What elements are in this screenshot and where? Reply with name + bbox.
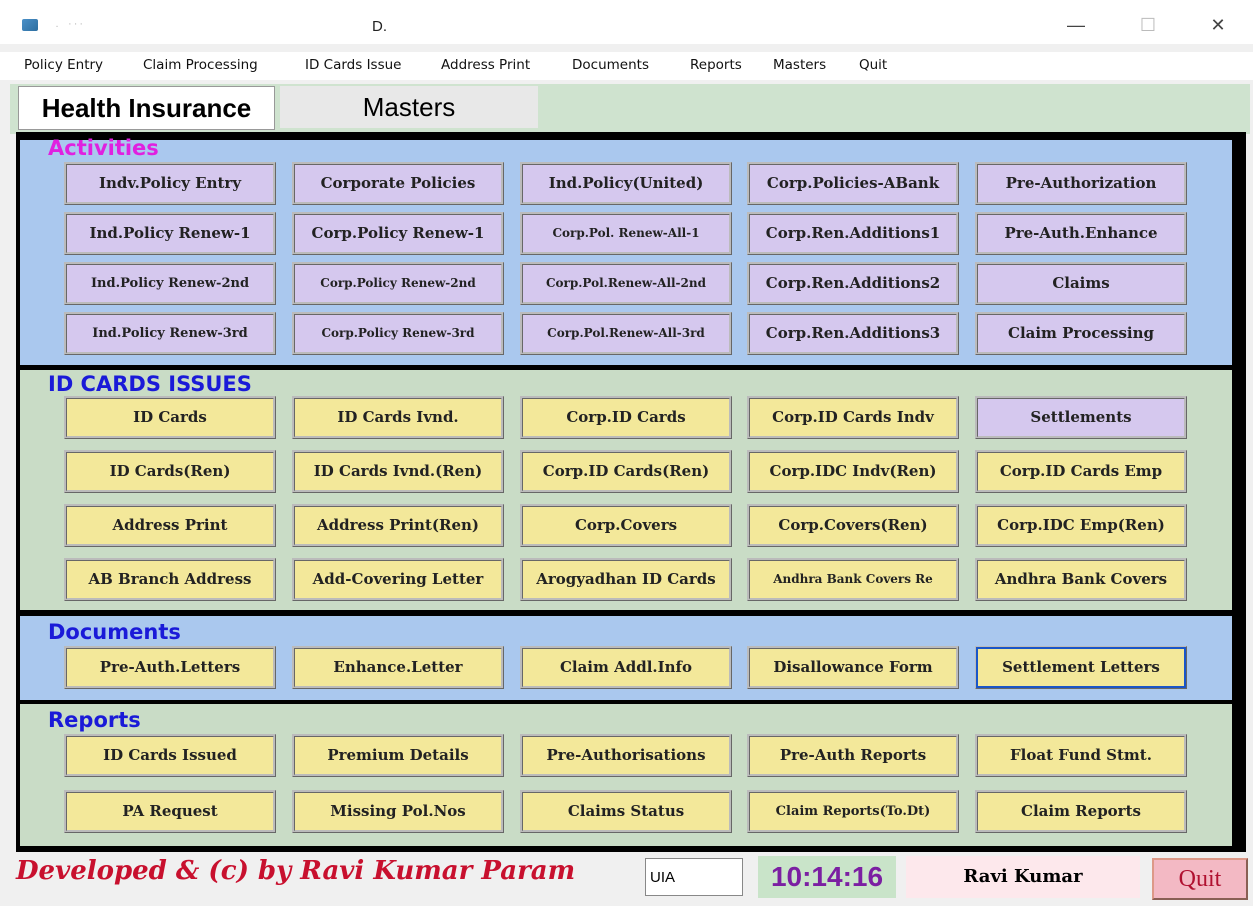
id-cards-button-corp-id-cards[interactable]: Corp.ID Cards bbox=[520, 396, 732, 439]
activities-button-corp-ren-additions2[interactable]: Corp.Ren.Additions2 bbox=[747, 262, 959, 305]
id-cards-button-address-print[interactable]: Address Print bbox=[64, 504, 276, 547]
id-cards-button-arogyadhan-id-cards[interactable]: Arogyadhan ID Cards bbox=[520, 558, 732, 601]
activities-button-ind-policy-renew-3rd[interactable]: Ind.Policy Renew-3rd bbox=[64, 312, 276, 355]
reports-button-pre-authorisations[interactable]: Pre-Authorisations bbox=[520, 734, 732, 777]
id-cards-button-settlements[interactable]: Settlements bbox=[975, 396, 1187, 439]
id-cards-button-ab-branch-address[interactable]: AB Branch Address bbox=[64, 558, 276, 601]
menu-masters[interactable]: Masters bbox=[773, 57, 826, 73]
documents-button-settlement-letters[interactable]: Settlement Letters bbox=[975, 646, 1187, 689]
reports-button-claims-status[interactable]: Claims Status bbox=[520, 790, 732, 833]
title-bar: . ··· D. — ☐ ✕ bbox=[0, 0, 1253, 44]
clock-display: 10:14:16 bbox=[758, 856, 896, 898]
user-name: Ravi Kumar bbox=[906, 856, 1140, 898]
menu-documents[interactable]: Documents bbox=[572, 57, 649, 73]
id-cards-button-id-cards-ivnd[interactable]: ID Cards Ivnd. bbox=[292, 396, 504, 439]
activities-button-corp-policy-renew-3rd[interactable]: Corp.Policy Renew-3rd bbox=[292, 312, 504, 355]
minimize-icon[interactable]: — bbox=[1056, 12, 1096, 38]
id-cards-button-corp-idc-emp-ren[interactable]: Corp.IDC Emp(Ren) bbox=[975, 504, 1187, 547]
documents-button-claim-addl-info[interactable]: Claim Addl.Info bbox=[520, 646, 732, 689]
activities-button-corporate-policies[interactable]: Corporate Policies bbox=[292, 162, 504, 205]
id-cards-button-andhra-bank-covers-re[interactable]: Andhra Bank Covers Re bbox=[747, 558, 959, 601]
id-cards-button-add-covering-letter[interactable]: Add-Covering Letter bbox=[292, 558, 504, 601]
id-cards-button-id-cards-ivnd-ren[interactable]: ID Cards Ivnd.(Ren) bbox=[292, 450, 504, 493]
documents-section: Documents Pre-Auth.Letters Enhance.Letter… bbox=[20, 616, 1232, 700]
reports-section: Reports ID Cards Issued Premium Details Pr… bbox=[20, 704, 1232, 846]
document-title: D. bbox=[372, 18, 387, 35]
activities-button-corp-policy-renew-1[interactable]: Corp.Policy Renew-1 bbox=[292, 212, 504, 255]
activities-section: Activities Indv.Policy Entry Corporate Po… bbox=[20, 136, 1232, 365]
activities-button-corp-pol-renew-all-3rd[interactable]: Corp.Pol.Renew-All-3rd bbox=[520, 312, 732, 355]
reports-button-id-cards-issued[interactable]: ID Cards Issued bbox=[64, 734, 276, 777]
activities-button-corp-pol-renew-all-2nd[interactable]: Corp.Pol.Renew-All-2nd bbox=[520, 262, 732, 305]
reports-button-pa-request[interactable]: PA Request bbox=[64, 790, 276, 833]
activities-button-corp-pol-renew-all-1[interactable]: Corp.Pol. Renew-All-1 bbox=[520, 212, 732, 255]
id-cards-section: ID CARDS ISSUES ID Cards ID Cards Ivnd. Co… bbox=[20, 370, 1232, 610]
activities-button-claim-processing[interactable]: Claim Processing bbox=[975, 312, 1187, 355]
quit-button[interactable]: Quit bbox=[1152, 858, 1248, 900]
tab-health-insurance[interactable]: Health Insurance bbox=[18, 86, 275, 130]
activities-button-pre-auth-enhance[interactable]: Pre-Auth.Enhance bbox=[975, 212, 1187, 255]
documents-title: Documents bbox=[48, 620, 181, 644]
tab-masters[interactable]: Masters bbox=[280, 86, 538, 128]
activities-button-ind-policy-renew-1[interactable]: Ind.Policy Renew-1 bbox=[64, 212, 276, 255]
activities-button-indv-policy-entry[interactable]: Indv.Policy Entry bbox=[64, 162, 276, 205]
reports-button-claim-reports-to-dt[interactable]: Claim Reports(To.Dt) bbox=[747, 790, 959, 833]
activities-button-claims[interactable]: Claims bbox=[975, 262, 1187, 305]
activities-button-corp-policy-renew-2nd[interactable]: Corp.Policy Renew-2nd bbox=[292, 262, 504, 305]
reports-title: Reports bbox=[48, 708, 141, 732]
id-cards-button-corp-id-cards-indv[interactable]: Corp.ID Cards Indv bbox=[747, 396, 959, 439]
menu-id-cards-issue[interactable]: ID Cards Issue bbox=[305, 57, 401, 73]
menu-quit[interactable]: Quit bbox=[859, 57, 887, 73]
id-cards-title: ID CARDS ISSUES bbox=[48, 372, 252, 396]
reports-button-claim-reports[interactable]: Claim Reports bbox=[975, 790, 1187, 833]
reports-button-missing-pol-nos[interactable]: Missing Pol.Nos bbox=[292, 790, 504, 833]
activities-button-ind-policy-renew-2nd[interactable]: Ind.Policy Renew-2nd bbox=[64, 262, 276, 305]
app-icon bbox=[22, 19, 38, 31]
app-title: . ··· bbox=[48, 18, 86, 30]
id-cards-button-corp-idc-indv-ren[interactable]: Corp.IDC Indv(Ren) bbox=[747, 450, 959, 493]
menu-reports[interactable]: Reports bbox=[690, 57, 742, 73]
id-cards-button-corp-id-cards-emp[interactable]: Corp.ID Cards Emp bbox=[975, 450, 1187, 493]
activities-button-corp-ren-additions1[interactable]: Corp.Ren.Additions1 bbox=[747, 212, 959, 255]
activities-button-corp-ren-additions3[interactable]: Corp.Ren.Additions3 bbox=[747, 312, 959, 355]
menu-claim-processing[interactable]: Claim Processing bbox=[143, 57, 258, 73]
documents-button-disallowance-form[interactable]: Disallowance Form bbox=[747, 646, 959, 689]
documents-button-pre-auth-letters[interactable]: Pre-Auth.Letters bbox=[64, 646, 276, 689]
documents-button-enhance-letter[interactable]: Enhance.Letter bbox=[292, 646, 504, 689]
id-cards-button-corp-covers-ren[interactable]: Corp.Covers(Ren) bbox=[747, 504, 959, 547]
tab-bar: Health Insurance Masters bbox=[10, 84, 1250, 134]
id-cards-button-andhra-bank-covers[interactable]: Andhra Bank Covers bbox=[975, 558, 1187, 601]
activities-title: Activities bbox=[48, 136, 159, 160]
maximize-icon[interactable]: ☐ bbox=[1128, 12, 1168, 38]
id-cards-button-corp-id-cards-ren[interactable]: Corp.ID Cards(Ren) bbox=[520, 450, 732, 493]
menu-bar: Policy Entry Claim Processing ID Cards I… bbox=[0, 52, 1253, 80]
activities-button-pre-authorization[interactable]: Pre-Authorization bbox=[975, 162, 1187, 205]
reports-button-pre-auth-reports[interactable]: Pre-Auth Reports bbox=[747, 734, 959, 777]
activities-button-corp-policies-abank[interactable]: Corp.Policies-ABank bbox=[747, 162, 959, 205]
close-icon[interactable]: ✕ bbox=[1198, 12, 1238, 38]
developer-credit: Developed & (c) by Ravi Kumar Param bbox=[16, 856, 576, 886]
id-cards-button-id-cards-ren[interactable]: ID Cards(Ren) bbox=[64, 450, 276, 493]
menu-address-print[interactable]: Address Print bbox=[441, 57, 530, 73]
reports-button-float-fund-stmt[interactable]: Float Fund Stmt. bbox=[975, 734, 1187, 777]
id-cards-button-corp-covers[interactable]: Corp.Covers bbox=[520, 504, 732, 547]
id-cards-button-address-print-ren[interactable]: Address Print(Ren) bbox=[292, 504, 504, 547]
menu-policy-entry[interactable]: Policy Entry bbox=[24, 57, 103, 73]
activities-button-ind-policy-united[interactable]: Ind.Policy(United) bbox=[520, 162, 732, 205]
code-field[interactable] bbox=[645, 858, 743, 896]
id-cards-button-id-cards[interactable]: ID Cards bbox=[64, 396, 276, 439]
reports-button-premium-details[interactable]: Premium Details bbox=[292, 734, 504, 777]
